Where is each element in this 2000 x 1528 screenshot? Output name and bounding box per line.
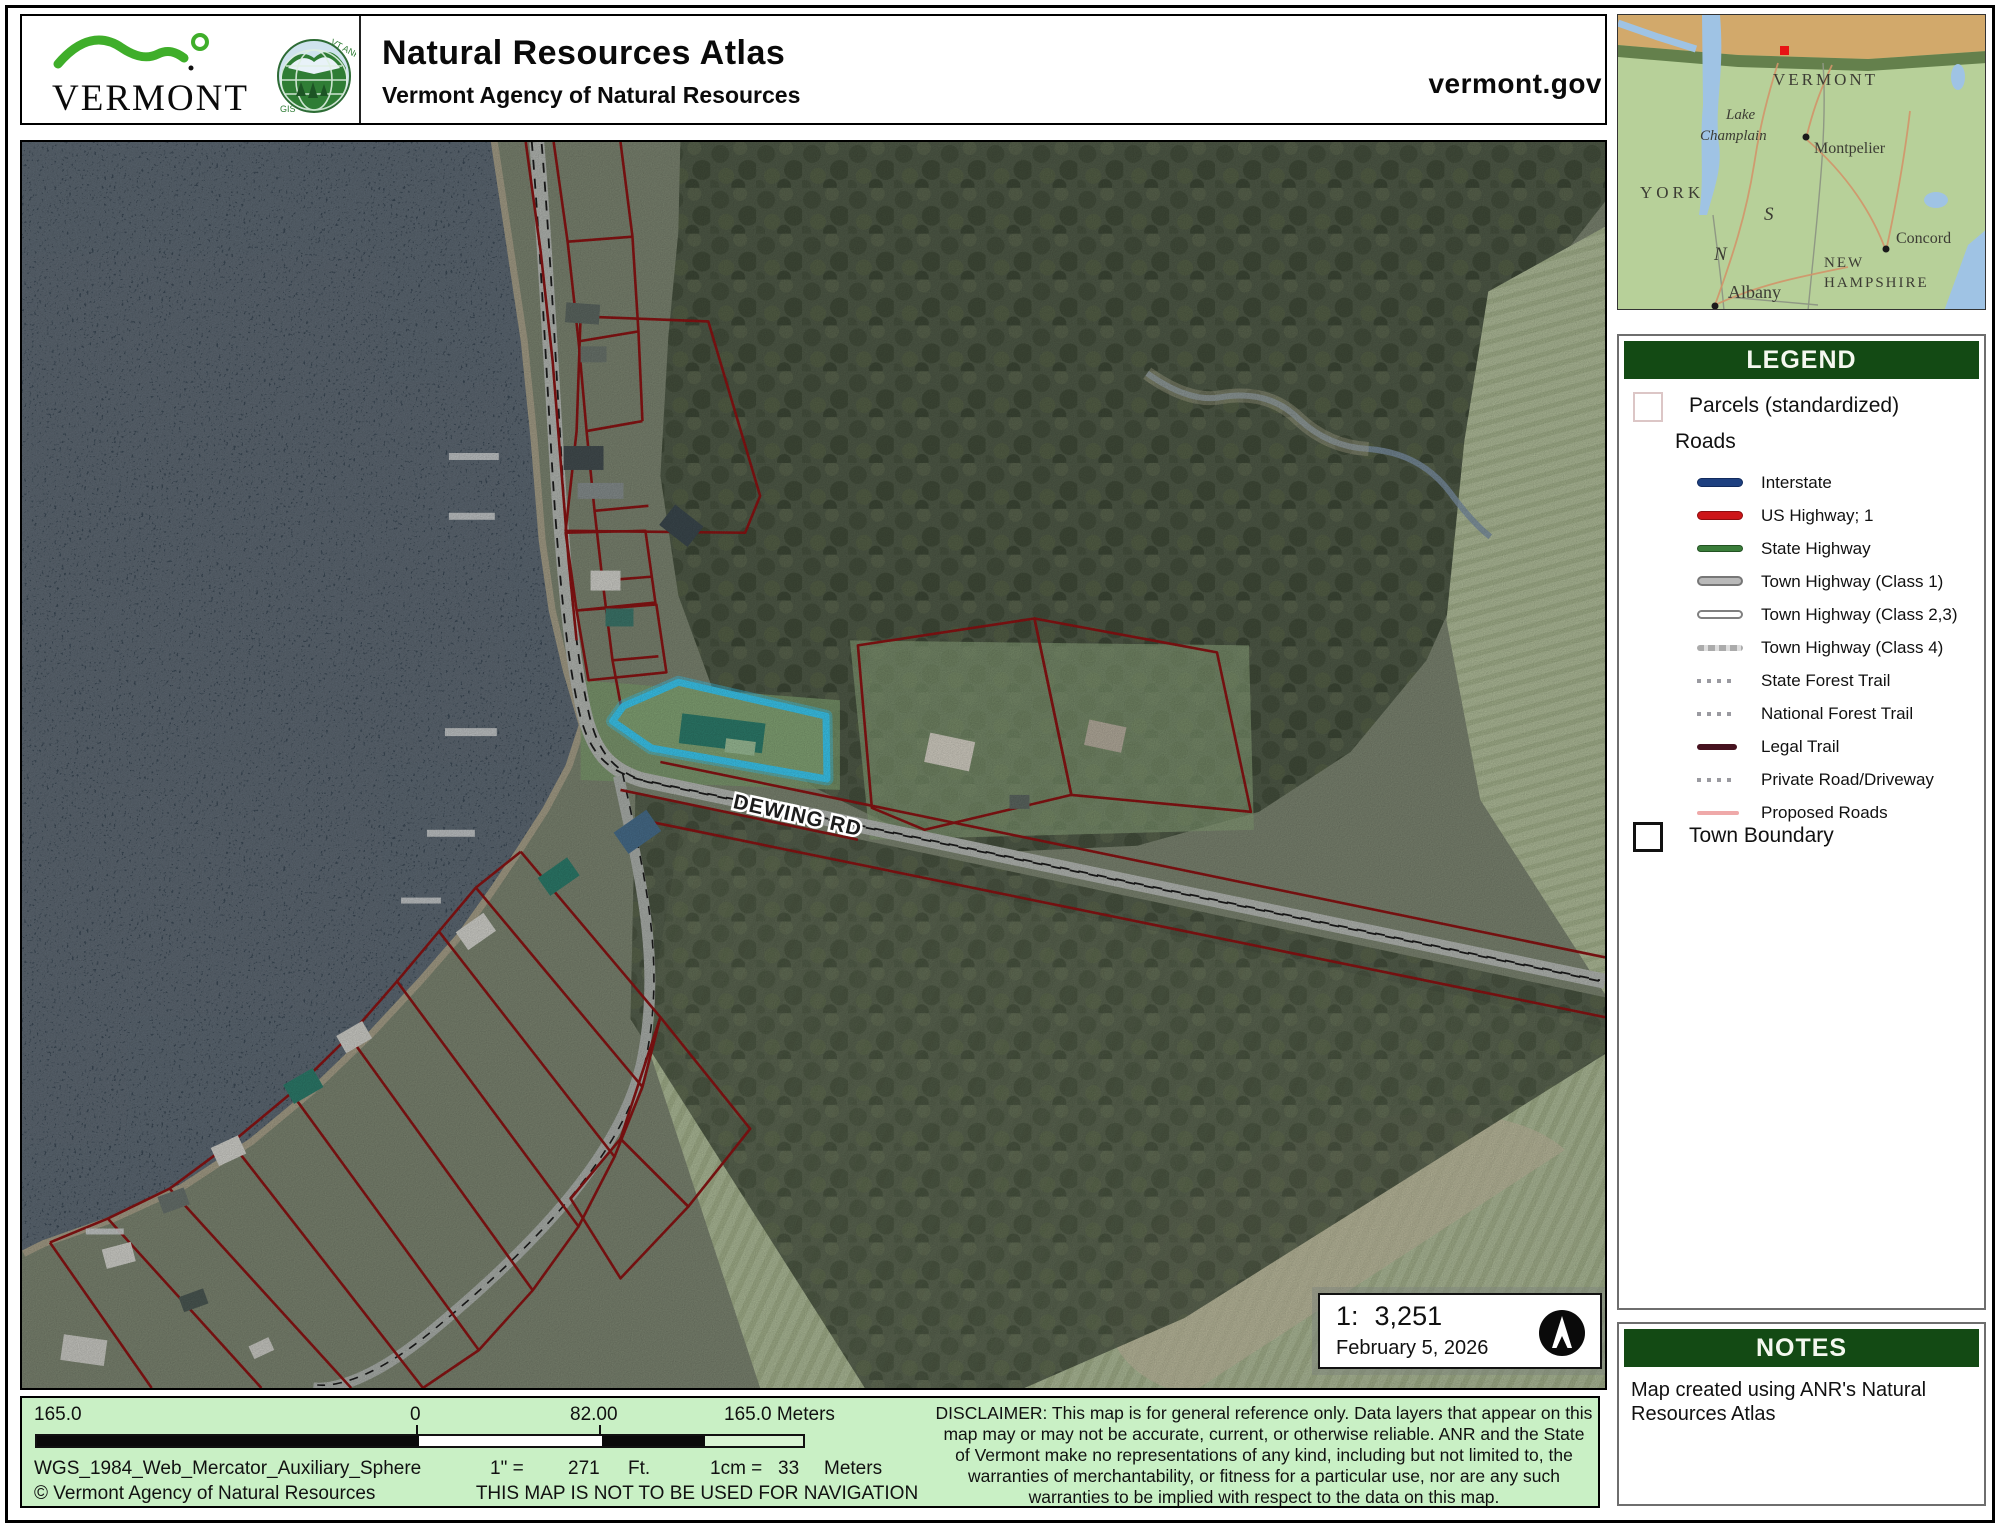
legend-label: State Highway: [1761, 539, 1871, 559]
scalebar-tick: [416, 1425, 418, 1434]
parcels-label: Parcels (standardized): [1689, 394, 1899, 418]
inset-label-montpelier: Montpelier: [1814, 140, 1886, 157]
page-title: Natural Resources Atlas: [382, 34, 785, 73]
inset-label-lake: Lake: [1725, 107, 1756, 123]
aerial-map: DEWING RD: [22, 142, 1605, 1388]
legend-item-town-highway-1: Town Highway (Class 1): [1619, 571, 1979, 595]
legend-panel: LEGEND Parcels (standardized) Roads Inte…: [1617, 334, 1986, 1310]
header-divider: [359, 16, 361, 123]
map-viewport: DEWING RD 1: 3,251 February 5, 2026: [20, 140, 1607, 1390]
header: VERMONT VT ANR GIS Natural Resources Atl…: [20, 14, 1607, 125]
scale-bar: [35, 1434, 805, 1448]
disclaimer: DISCLAIMER: This map is for general refe…: [934, 1403, 1594, 1508]
footer-bar: 165.0 0 82.00 165.0 Meters WGS_1984_Web_…: [20, 1396, 1600, 1508]
vermont-logo: VERMONT: [50, 26, 265, 118]
scale-cm-value: 33: [778, 1458, 799, 1480]
legend-item-legal-trail: Legal Trail: [1619, 736, 1979, 760]
inset-label-hampshire: HAMPSHIRE: [1824, 275, 1929, 291]
locator-inset-map: VERMONT Lake Champlain Montpelier YORK S…: [1617, 14, 1986, 310]
scalebar-mid-label: 82.00: [570, 1404, 618, 1426]
scale-cm-unit: Meters: [824, 1458, 882, 1480]
svg-text:GIS: GIS: [280, 104, 296, 114]
legend-item-us-highway: US Highway; 1: [1619, 505, 1979, 529]
legend-label: Legal Trail: [1761, 737, 1839, 757]
notes-body: Map created using ANR's Natural Resource…: [1631, 1378, 1971, 1426]
vermont-gov-link: vermont.gov: [1312, 68, 1602, 100]
town-highway-4-line-symbol: [1697, 645, 1743, 651]
legend-label: US Highway; 1: [1761, 506, 1873, 526]
legend-label: State Forest Trail: [1761, 671, 1890, 691]
scale-ratio-prefix: 1:: [1336, 1301, 1359, 1331]
town-boundary-label: Town Boundary: [1689, 824, 1834, 848]
legend-item-interstate: Interstate: [1619, 472, 1979, 496]
projection-label: WGS_1984_Web_Mercator_Auxiliary_Sphere: [34, 1458, 421, 1480]
scalebar-right-label: 165.0 Meters: [724, 1404, 835, 1426]
notes-panel: NOTES Map created using ANR's Natural Re…: [1617, 1322, 1986, 1506]
legend-label: Interstate: [1761, 473, 1832, 493]
inset-label-new: NEW: [1824, 255, 1864, 271]
scale-bar-segment: [602, 1436, 705, 1446]
north-arrow-icon: [1538, 1309, 1586, 1357]
inset-label-concord: Concord: [1896, 230, 1951, 247]
atlas-print-page: VERMONT VT ANR GIS Natural Resources Atl…: [0, 0, 2000, 1528]
proposed-roads-symbol: [1697, 811, 1739, 815]
legend-label: Private Road/Driveway: [1761, 770, 1934, 790]
inset-label-albany: Albany: [1728, 282, 1781, 302]
legend-title: LEGEND: [1624, 341, 1979, 379]
legend-label: Town Highway (Class 4): [1761, 638, 1943, 658]
legend-item-town-highway-23: Town Highway (Class 2,3): [1619, 604, 1979, 628]
legend-item-state-highway: State Highway: [1619, 538, 1979, 562]
location-marker: [1780, 46, 1789, 55]
copyright: © Vermont Agency of Natural Resources: [34, 1483, 375, 1505]
notes-title: NOTES: [1624, 1329, 1979, 1367]
scale-ratio-value: 3,251: [1375, 1301, 1443, 1331]
private-road-symbol: [1697, 778, 1737, 782]
inset-letter-s: S: [1764, 204, 1774, 225]
legend-label: Town Highway (Class 2,3): [1761, 605, 1958, 625]
scale-bar-segment: [37, 1436, 419, 1446]
interstate-line-symbol: [1697, 478, 1743, 487]
navigation-warning: THIS MAP IS NOT TO BE USED FOR NAVIGATIO…: [402, 1483, 992, 1505]
scalebar-tick: [599, 1425, 601, 1434]
inset-letter-n: N: [1713, 244, 1728, 265]
legend-label: National Forest Trail: [1761, 704, 1913, 724]
legend-item-national-forest-trail: National Forest Trail: [1619, 703, 1979, 727]
inset-label-champlain: Champlain: [1700, 128, 1767, 144]
photo-grain: [22, 142, 1605, 1388]
scale-ratio: 1: 3,251: [1336, 1301, 1442, 1332]
state-forest-trail-symbol: [1697, 679, 1737, 683]
us-highway-line-symbol: [1697, 511, 1743, 520]
town-highway-23-line-symbol: [1697, 610, 1743, 619]
map-date: February 5, 2026: [1336, 1337, 1488, 1360]
scale-inch-unit: Ft.: [628, 1458, 650, 1480]
state-highway-line-symbol: [1697, 545, 1743, 552]
legend-item-parcels: Parcels (standardized): [1633, 392, 1973, 428]
town-boundary-symbol: [1633, 822, 1663, 852]
legend-item-town-highway-4: Town Highway (Class 4): [1619, 637, 1979, 661]
legend-label: Town Highway (Class 1): [1761, 572, 1943, 592]
scalebar-left-label: 165.0: [34, 1404, 82, 1426]
vermont-logo-text: VERMONT: [52, 78, 249, 118]
inset-label-york: YORK: [1640, 183, 1704, 202]
scale-inch-value: 271: [568, 1458, 600, 1480]
scalebar-zero-label: 0: [410, 1404, 421, 1426]
parcels-swatch: [1633, 392, 1663, 422]
anr-globe-icon: VT ANR GIS: [274, 30, 356, 116]
scale-cm-label: 1cm =: [710, 1458, 762, 1480]
legal-trail-symbol: [1697, 744, 1737, 750]
locator-map: VERMONT Lake Champlain Montpelier YORK S…: [1618, 15, 1986, 310]
inset-label-vermont: VERMONT: [1773, 70, 1878, 89]
national-forest-trail-symbol: [1697, 712, 1737, 716]
legend-label: Proposed Roads: [1761, 803, 1888, 823]
page-subtitle: Vermont Agency of Natural Resources: [382, 82, 800, 109]
legend-item-private-road: Private Road/Driveway: [1619, 769, 1979, 793]
town-highway-1-line-symbol: [1697, 576, 1743, 586]
scale-inch-label: 1" =: [490, 1458, 524, 1480]
scale-bar-segment: [419, 1436, 602, 1446]
legend-item-town-boundary: Town Boundary: [1633, 822, 1973, 858]
roads-group-label: Roads: [1675, 430, 1736, 454]
scale-info-box: 1: 3,251 February 5, 2026: [1318, 1293, 1602, 1369]
legend-item-state-forest-trail: State Forest Trail: [1619, 670, 1979, 694]
